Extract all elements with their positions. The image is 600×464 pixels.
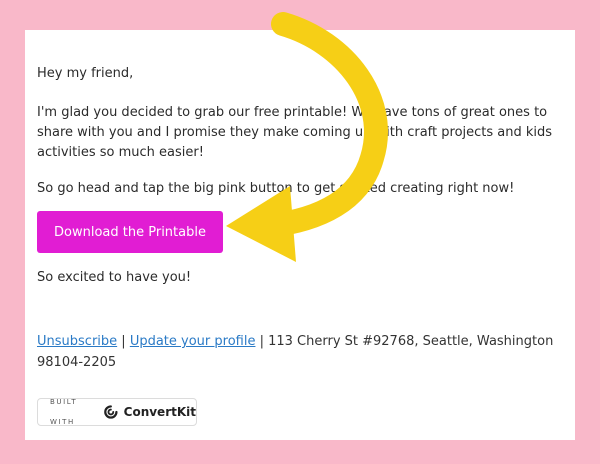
footer-separator: |: [117, 334, 130, 349]
built-with-badge[interactable]: BUILT WITH ConvertKit: [37, 398, 197, 426]
intro-paragraph: I'm glad you decided to grab our free pr…: [37, 105, 553, 160]
email-footer: Unsubscribe | Update your profile | 113 …: [37, 331, 557, 373]
update-profile-link[interactable]: Update your profile: [130, 334, 256, 349]
convertkit-logo-icon: [104, 405, 118, 419]
greeting-text: Hey my friend,: [37, 66, 134, 81]
download-printable-button[interactable]: Download the Printable: [37, 211, 223, 253]
email-card: Hey my friend, I'm glad you decided to g…: [25, 30, 575, 440]
signoff-text: So excited to have you!: [37, 270, 192, 285]
built-with-label: BUILT WITH: [50, 398, 78, 426]
unsubscribe-link[interactable]: Unsubscribe: [37, 334, 117, 349]
instruction-paragraph: So go head and tap the big pink button t…: [37, 181, 515, 196]
convertkit-brand-label: ConvertKit: [123, 405, 196, 419]
